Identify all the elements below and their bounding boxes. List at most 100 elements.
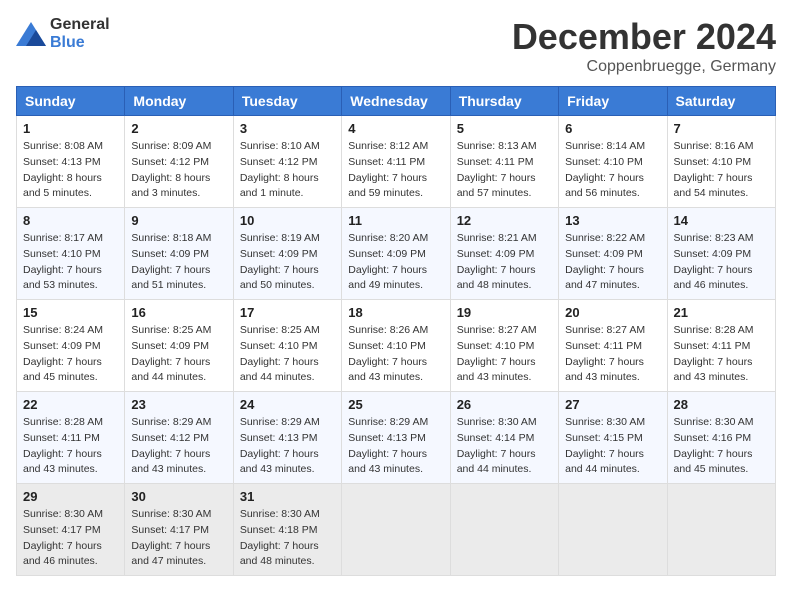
day-number: 22 [23, 397, 118, 412]
day-info: Sunrise: 8:30 AMSunset: 4:14 PMDaylight:… [457, 415, 552, 478]
day-info: Sunrise: 8:22 AMSunset: 4:09 PMDaylight:… [565, 231, 660, 294]
day-number: 5 [457, 121, 552, 136]
day-info: Sunrise: 8:21 AMSunset: 4:09 PMDaylight:… [457, 231, 552, 294]
day-info: Sunrise: 8:30 AMSunset: 4:17 PMDaylight:… [131, 507, 226, 570]
weekday-tuesday: Tuesday [233, 87, 341, 116]
day-info: Sunrise: 8:28 AMSunset: 4:11 PMDaylight:… [23, 415, 118, 478]
calendar-cell: 2 Sunrise: 8:09 AMSunset: 4:12 PMDaylight… [125, 116, 233, 208]
calendar-cell: 3 Sunrise: 8:10 AMSunset: 4:12 PMDaylight… [233, 116, 341, 208]
logo-icon [16, 22, 46, 46]
day-number: 28 [674, 397, 769, 412]
calendar-table: SundayMondayTuesdayWednesdayThursdayFrid… [16, 86, 776, 576]
day-info: Sunrise: 8:09 AMSunset: 4:12 PMDaylight:… [131, 139, 226, 202]
day-number: 21 [674, 305, 769, 320]
day-info: Sunrise: 8:10 AMSunset: 4:12 PMDaylight:… [240, 139, 335, 202]
calendar-cell: 22 Sunrise: 8:28 AMSunset: 4:11 PMDayligh… [17, 392, 125, 484]
day-number: 11 [348, 213, 443, 228]
calendar-cell [342, 484, 450, 576]
calendar-cell: 19 Sunrise: 8:27 AMSunset: 4:10 PMDayligh… [450, 300, 558, 392]
weekday-saturday: Saturday [667, 87, 775, 116]
calendar-cell: 14 Sunrise: 8:23 AMSunset: 4:09 PMDayligh… [667, 208, 775, 300]
day-number: 7 [674, 121, 769, 136]
weekday-thursday: Thursday [450, 87, 558, 116]
calendar-cell: 28 Sunrise: 8:30 AMSunset: 4:16 PMDayligh… [667, 392, 775, 484]
day-number: 16 [131, 305, 226, 320]
calendar-cell: 27Sunrise: 8:30 AMSunset: 4:15 PMDayligh… [559, 392, 667, 484]
day-info: Sunrise: 8:26 AMSunset: 4:10 PMDaylight:… [348, 323, 443, 386]
calendar-cell [559, 484, 667, 576]
calendar-cell [667, 484, 775, 576]
day-info: Sunrise: 8:13 AMSunset: 4:11 PMDaylight:… [457, 139, 552, 202]
day-info: Sunrise: 8:16 AMSunset: 4:10 PMDaylight:… [674, 139, 769, 202]
logo: General Blue [16, 16, 110, 52]
day-number: 18 [348, 305, 443, 320]
day-number: 29 [23, 489, 118, 504]
calendar-cell: 5 Sunrise: 8:13 AMSunset: 4:11 PMDaylight… [450, 116, 558, 208]
calendar-body: 1Sunrise: 8:08 AMSunset: 4:13 PMDaylight… [17, 116, 776, 576]
calendar-cell: 15 Sunrise: 8:24 AMSunset: 4:09 PMDayligh… [17, 300, 125, 392]
day-info: Sunrise: 8:19 AMSunset: 4:09 PMDaylight:… [240, 231, 335, 294]
calendar-week-1: 1Sunrise: 8:08 AMSunset: 4:13 PMDaylight… [17, 116, 776, 208]
day-number: 31 [240, 489, 335, 504]
day-number: 3 [240, 121, 335, 136]
day-number: 13 [565, 213, 660, 228]
day-number: 25 [348, 397, 443, 412]
day-number: 17 [240, 305, 335, 320]
day-info: Sunrise: 8:30 AMSunset: 4:16 PMDaylight:… [674, 415, 769, 478]
calendar-week-4: 22 Sunrise: 8:28 AMSunset: 4:11 PMDayligh… [17, 392, 776, 484]
calendar-cell: 26Sunrise: 8:30 AMSunset: 4:14 PMDayligh… [450, 392, 558, 484]
calendar-cell: 12Sunrise: 8:21 AMSunset: 4:09 PMDayligh… [450, 208, 558, 300]
calendar-cell: 16Sunrise: 8:25 AMSunset: 4:09 PMDayligh… [125, 300, 233, 392]
day-number: 10 [240, 213, 335, 228]
day-number: 15 [23, 305, 118, 320]
calendar-cell: 6 Sunrise: 8:14 AMSunset: 4:10 PMDaylight… [559, 116, 667, 208]
calendar-cell: 24 Sunrise: 8:29 AMSunset: 4:13 PMDayligh… [233, 392, 341, 484]
day-number: 14 [674, 213, 769, 228]
calendar-cell: 30 Sunrise: 8:30 AMSunset: 4:17 PMDayligh… [125, 484, 233, 576]
day-number: 9 [131, 213, 226, 228]
weekday-monday: Monday [125, 87, 233, 116]
calendar-cell: 25Sunrise: 8:29 AMSunset: 4:13 PMDayligh… [342, 392, 450, 484]
calendar-cell: 11Sunrise: 8:20 AMSunset: 4:09 PMDayligh… [342, 208, 450, 300]
calendar-cell: 29Sunrise: 8:30 AMSunset: 4:17 PMDayligh… [17, 484, 125, 576]
day-number: 23 [131, 397, 226, 412]
day-number: 8 [23, 213, 118, 228]
day-info: Sunrise: 8:27 AMSunset: 4:10 PMDaylight:… [457, 323, 552, 386]
month-title: December 2024 [512, 16, 776, 58]
day-number: 20 [565, 305, 660, 320]
day-info: Sunrise: 8:08 AMSunset: 4:13 PMDaylight:… [23, 139, 118, 202]
weekday-sunday: Sunday [17, 87, 125, 116]
day-info: Sunrise: 8:14 AMSunset: 4:10 PMDaylight:… [565, 139, 660, 202]
calendar-cell: 21Sunrise: 8:28 AMSunset: 4:11 PMDayligh… [667, 300, 775, 392]
day-info: Sunrise: 8:12 AMSunset: 4:11 PMDaylight:… [348, 139, 443, 202]
day-number: 2 [131, 121, 226, 136]
day-number: 6 [565, 121, 660, 136]
day-info: Sunrise: 8:27 AMSunset: 4:11 PMDaylight:… [565, 323, 660, 386]
header: General Blue December 2024 Coppenbruegge… [16, 16, 776, 76]
calendar-cell: 18 Sunrise: 8:26 AMSunset: 4:10 PMDayligh… [342, 300, 450, 392]
day-info: Sunrise: 8:23 AMSunset: 4:09 PMDaylight:… [674, 231, 769, 294]
calendar-cell: 4 Sunrise: 8:12 AMSunset: 4:11 PMDaylight… [342, 116, 450, 208]
location-title: Coppenbruegge, Germany [512, 58, 776, 76]
day-info: Sunrise: 8:17 AMSunset: 4:10 PMDaylight:… [23, 231, 118, 294]
logo-general: General [50, 16, 110, 33]
day-info: Sunrise: 8:30 AMSunset: 4:18 PMDaylight:… [240, 507, 335, 570]
weekday-wednesday: Wednesday [342, 87, 450, 116]
day-number: 4 [348, 121, 443, 136]
day-number: 24 [240, 397, 335, 412]
day-info: Sunrise: 8:29 AMSunset: 4:13 PMDaylight:… [240, 415, 335, 478]
day-info: Sunrise: 8:24 AMSunset: 4:09 PMDaylight:… [23, 323, 118, 386]
calendar-cell: 1Sunrise: 8:08 AMSunset: 4:13 PMDaylight… [17, 116, 125, 208]
weekday-header: SundayMondayTuesdayWednesdayThursdayFrid… [17, 87, 776, 116]
day-number: 19 [457, 305, 552, 320]
day-number: 27 [565, 397, 660, 412]
logo-blue: Blue [50, 34, 85, 51]
calendar-week-2: 8 Sunrise: 8:17 AMSunset: 4:10 PMDaylight… [17, 208, 776, 300]
calendar-week-5: 29 Sunrise: 8:30 AMSunset: 4:17 PMDayligh… [17, 484, 776, 576]
day-info: Sunrise: 8:29 AMSunset: 4:12 PMDaylight:… [131, 415, 226, 478]
day-number: 30 [131, 489, 226, 504]
calendar-cell: 13 Sunrise: 8:22 AMSunset: 4:09 PMDayligh… [559, 208, 667, 300]
calendar-cell: 7 Sunrise: 8:16 AMSunset: 4:10 PMDaylight… [667, 116, 775, 208]
calendar-cell: 23 Sunrise: 8:29 AMSunset: 4:12 PMDayligh… [125, 392, 233, 484]
day-info: Sunrise: 8:25 AMSunset: 4:10 PMDaylight:… [240, 323, 335, 386]
